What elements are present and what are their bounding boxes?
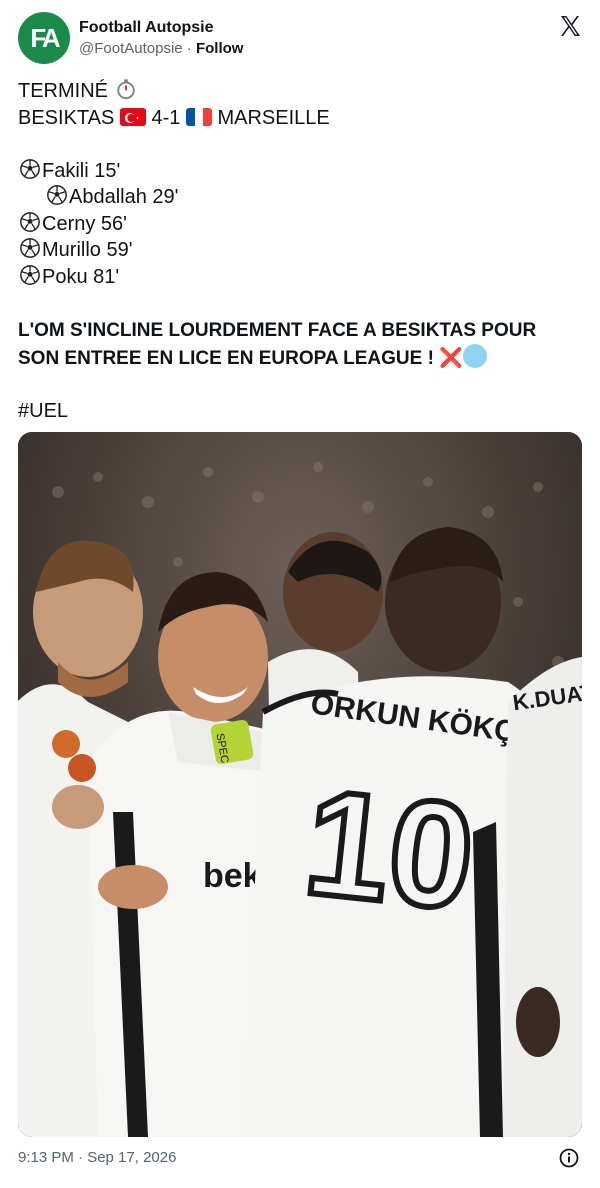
- stopwatch-icon: [116, 79, 135, 100]
- hashtag[interactable]: #UEL: [18, 398, 578, 425]
- goal-item: Fakili 15': [18, 158, 578, 185]
- avatar-logo: FA: [30, 22, 60, 53]
- soccer-ball-icon: [20, 264, 40, 285]
- celebration-photo: beko SPEC ORKUN KÖKÇÜ 10 K.DUAT: [18, 432, 582, 1137]
- tweet-footer: 9:13 PM · Sep 17, 2026: [18, 1146, 582, 1172]
- soccer-ball-icon: [20, 158, 40, 179]
- away-team: MARSEILLE: [217, 106, 330, 129]
- status-text: TERMINÉ: [18, 80, 108, 102]
- tweet-photo[interactable]: beko SPEC ORKUN KÖKÇÜ 10 K.DUAT: [18, 432, 582, 1137]
- cross-mark-icon: ❌: [439, 347, 463, 369]
- handle-line: @FootAutopsie · Follow: [79, 38, 243, 60]
- separator: ·: [182, 40, 196, 57]
- france-flag-icon: [185, 107, 212, 126]
- soccer-ball-icon: [47, 185, 67, 205]
- tweet-text: TERMINÉ BESIKTAS 4-1 MARSEILLE Fakili 15…: [18, 78, 578, 425]
- soccer-ball-icon: [20, 211, 40, 232]
- goal-scorer: Poku 81': [42, 265, 120, 288]
- headline: L'OM S'INCLINE LOURDEMENT FACE A BESIKTA…: [18, 317, 578, 372]
- goal-item: Poku 81': [18, 264, 578, 291]
- soccer-ball-icon: [20, 238, 40, 258]
- author-info: Football Autopsie @FootAutopsie · Follow: [79, 18, 243, 60]
- jersey-number: 10: [298, 757, 482, 942]
- score-result: 4-1: [151, 106, 181, 129]
- goal-item: Abdallah 29': [18, 184, 578, 211]
- avatar[interactable]: FA: [18, 12, 70, 64]
- turkey-flag-icon: [119, 107, 146, 126]
- display-name[interactable]: Football Autopsie: [79, 18, 243, 38]
- cold-face-icon: [462, 343, 487, 368]
- goal-item: Murillo 59': [18, 237, 578, 264]
- tweet-header: FA Football Autopsie @FootAutopsie · Fol…: [18, 12, 584, 68]
- follow-button[interactable]: Follow: [196, 40, 244, 57]
- status-line: TERMINÉ: [18, 78, 578, 105]
- goal-scorer: Fakili 15': [42, 159, 121, 182]
- timestamp[interactable]: 9:13 PM · Sep 17, 2026: [18, 1149, 176, 1166]
- goal-item: Cerny 56': [18, 211, 578, 238]
- score-line: BESIKTAS 4-1 MARSEILLE: [18, 105, 578, 132]
- handle[interactable]: @FootAutopsie: [79, 40, 183, 57]
- info-icon[interactable]: [559, 1148, 579, 1168]
- goal-scorer: Abdallah 29': [69, 186, 179, 208]
- home-team: BESIKTAS: [18, 106, 115, 129]
- x-logo-icon[interactable]: [558, 14, 582, 38]
- goal-scorer: Cerny 56': [42, 212, 127, 235]
- goal-scorer: Murillo 59': [42, 239, 133, 261]
